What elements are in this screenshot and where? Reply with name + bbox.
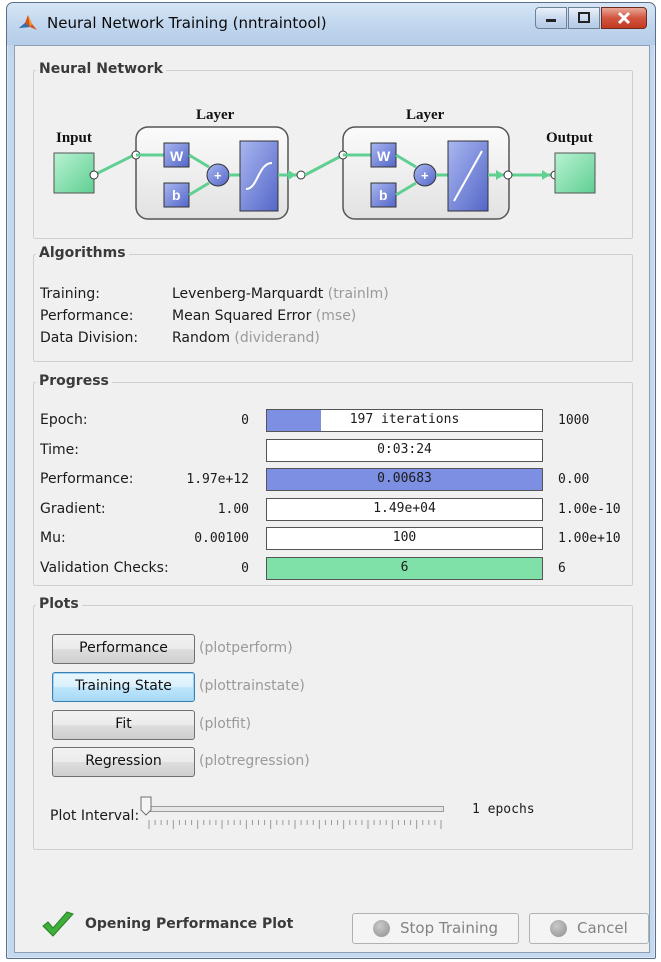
layer1-sum-label: + (214, 168, 222, 183)
cancel-button[interactable]: Cancel (529, 913, 649, 944)
input-block (53, 152, 95, 194)
stop-training-label: Stop Training (400, 919, 499, 937)
progress-bar-text: 100 (392, 530, 417, 545)
progress-bar: 100 (266, 527, 543, 550)
algorithm-label: Data Division: (40, 330, 139, 346)
window-client: Neural Network Input Layer W b + Layer W… (14, 45, 650, 953)
cancel-label: Cancel (577, 919, 628, 937)
progress-bar: 1.49e+04 (266, 497, 543, 521)
progress-max-value: 0.00 (558, 472, 590, 487)
main-window: Neural Network Training (nntraintool) Ne… (6, 2, 656, 959)
progress-bar-text: 6 (400, 559, 409, 575)
layer1-title: Layer (196, 107, 235, 123)
regression-plot-button[interactable]: Regression (52, 747, 195, 777)
training-state-plot-button[interactable]: Training State (52, 672, 195, 702)
progress-bar-text: 1.49e+04 (373, 500, 436, 516)
progress-min-value: 1.00 (217, 501, 249, 517)
plots-group: Plots Performance (plotperform) Training… (33, 596, 633, 850)
algorithm-row: Data Division: Random (dividerand) (40, 330, 320, 346)
algorithm-row: Performance: Mean Squared Error (mse) (40, 308, 356, 324)
progress-group: Progress Epoch: 0 197 iterations 1000 Time: 0… (33, 373, 633, 586)
stop-icon (373, 920, 390, 937)
fit-plot-function: (plotfit) (199, 716, 252, 732)
minimize-button[interactable] (535, 7, 567, 29)
progress-bar-text: 0:03:24 (377, 441, 432, 457)
input-label: Input (56, 130, 92, 146)
layer2-sum-label: + (421, 168, 429, 183)
training-state-plot-function: (plottrainstate) (199, 678, 305, 694)
close-icon (617, 11, 631, 25)
plot-interval-label: Plot Interval: (50, 808, 140, 824)
plot-interval-slider-track[interactable] (146, 806, 444, 812)
progress-label: Performance: (40, 471, 134, 487)
output-label: Output (546, 130, 593, 146)
layer2-bias-label: b (379, 187, 388, 203)
fit-plot-button[interactable]: Fit (52, 710, 195, 740)
plot-interval-value: 1 epochs (472, 802, 535, 817)
window-controls (534, 7, 647, 29)
progress-bar: 6 (266, 556, 543, 580)
close-button[interactable] (601, 7, 647, 29)
neural-network-group: Neural Network Input Layer W b + Layer W… (33, 61, 633, 239)
progress-min-value: 1.97e+12 (186, 472, 249, 487)
progress-label: Epoch: (40, 412, 88, 428)
check-icon (42, 911, 74, 937)
window-title: Neural Network Training (nntraintool) (47, 14, 327, 32)
progress-min-value: 0 (241, 413, 249, 428)
performance-plot-function: (plotperform) (199, 640, 293, 656)
input-connector-line (93, 153, 135, 177)
algorithms-group-title: Algorithms (36, 245, 129, 261)
progress-min-value: 0 (241, 560, 249, 576)
layer2-title: Layer (406, 107, 445, 123)
matlab-logo-icon (19, 15, 37, 30)
progress-bar: 0:03:24 (266, 438, 543, 462)
plot-interval-slider-thumb[interactable] (140, 796, 152, 816)
stop-training-button[interactable]: Stop Training (352, 913, 519, 944)
progress-bar: 197 iterations (266, 409, 543, 432)
progress-bar-text: 0.00683 (377, 471, 432, 486)
layer1-bias-label: b (172, 187, 181, 203)
regression-plot-function: (plotregression) (199, 753, 310, 769)
cancel-icon (550, 920, 567, 937)
progress-group-title: Progress (36, 373, 112, 389)
progress-label: Time: (40, 441, 79, 458)
maximize-button[interactable] (568, 7, 600, 29)
plots-group-title: Plots (36, 596, 82, 612)
algorithm-value: Levenberg-Marquardt (trainlm) (172, 286, 389, 302)
progress-min-value: 0.00100 (194, 531, 249, 546)
progress-label: Mu: (40, 530, 66, 546)
progress-max-value: 6 (558, 560, 566, 576)
progress-max-value: 1.00e-10 (558, 501, 621, 517)
algorithm-row: Training: Levenberg-Marquardt (trainlm) (40, 286, 389, 302)
layer2-weight-label: W (377, 148, 391, 164)
network-diagram: Input Layer W b + Layer W b + Output (53, 107, 596, 220)
progress-label: Validation Checks: (40, 559, 169, 576)
progress-bar-text: 197 iterations (349, 412, 460, 427)
progress-label: Gradient: (40, 500, 106, 517)
progress-bar: 0.00683 (266, 468, 543, 491)
layer-connector-line (304, 153, 344, 177)
progress-max-value: 1.00e+10 (558, 531, 621, 546)
algorithm-value: Random (dividerand) (172, 330, 320, 346)
maximize-icon (578, 12, 590, 23)
plot-interval-ticks (148, 820, 442, 829)
output-block (554, 152, 596, 194)
layer1-weight-label: W (170, 148, 184, 164)
title-bar[interactable]: Neural Network Training (nntraintool) (7, 3, 655, 45)
status-message: Opening Performance Plot (85, 916, 294, 932)
algorithms-group: Algorithms Training: Levenberg-Marquardt… (33, 245, 633, 362)
progress-max-value: 1000 (558, 413, 590, 428)
algorithm-label: Training: (40, 286, 100, 302)
minimize-icon (546, 19, 556, 22)
performance-plot-button[interactable]: Performance (52, 634, 195, 664)
algorithm-value: Mean Squared Error (mse) (172, 308, 357, 324)
algorithm-label: Performance: (40, 308, 134, 324)
